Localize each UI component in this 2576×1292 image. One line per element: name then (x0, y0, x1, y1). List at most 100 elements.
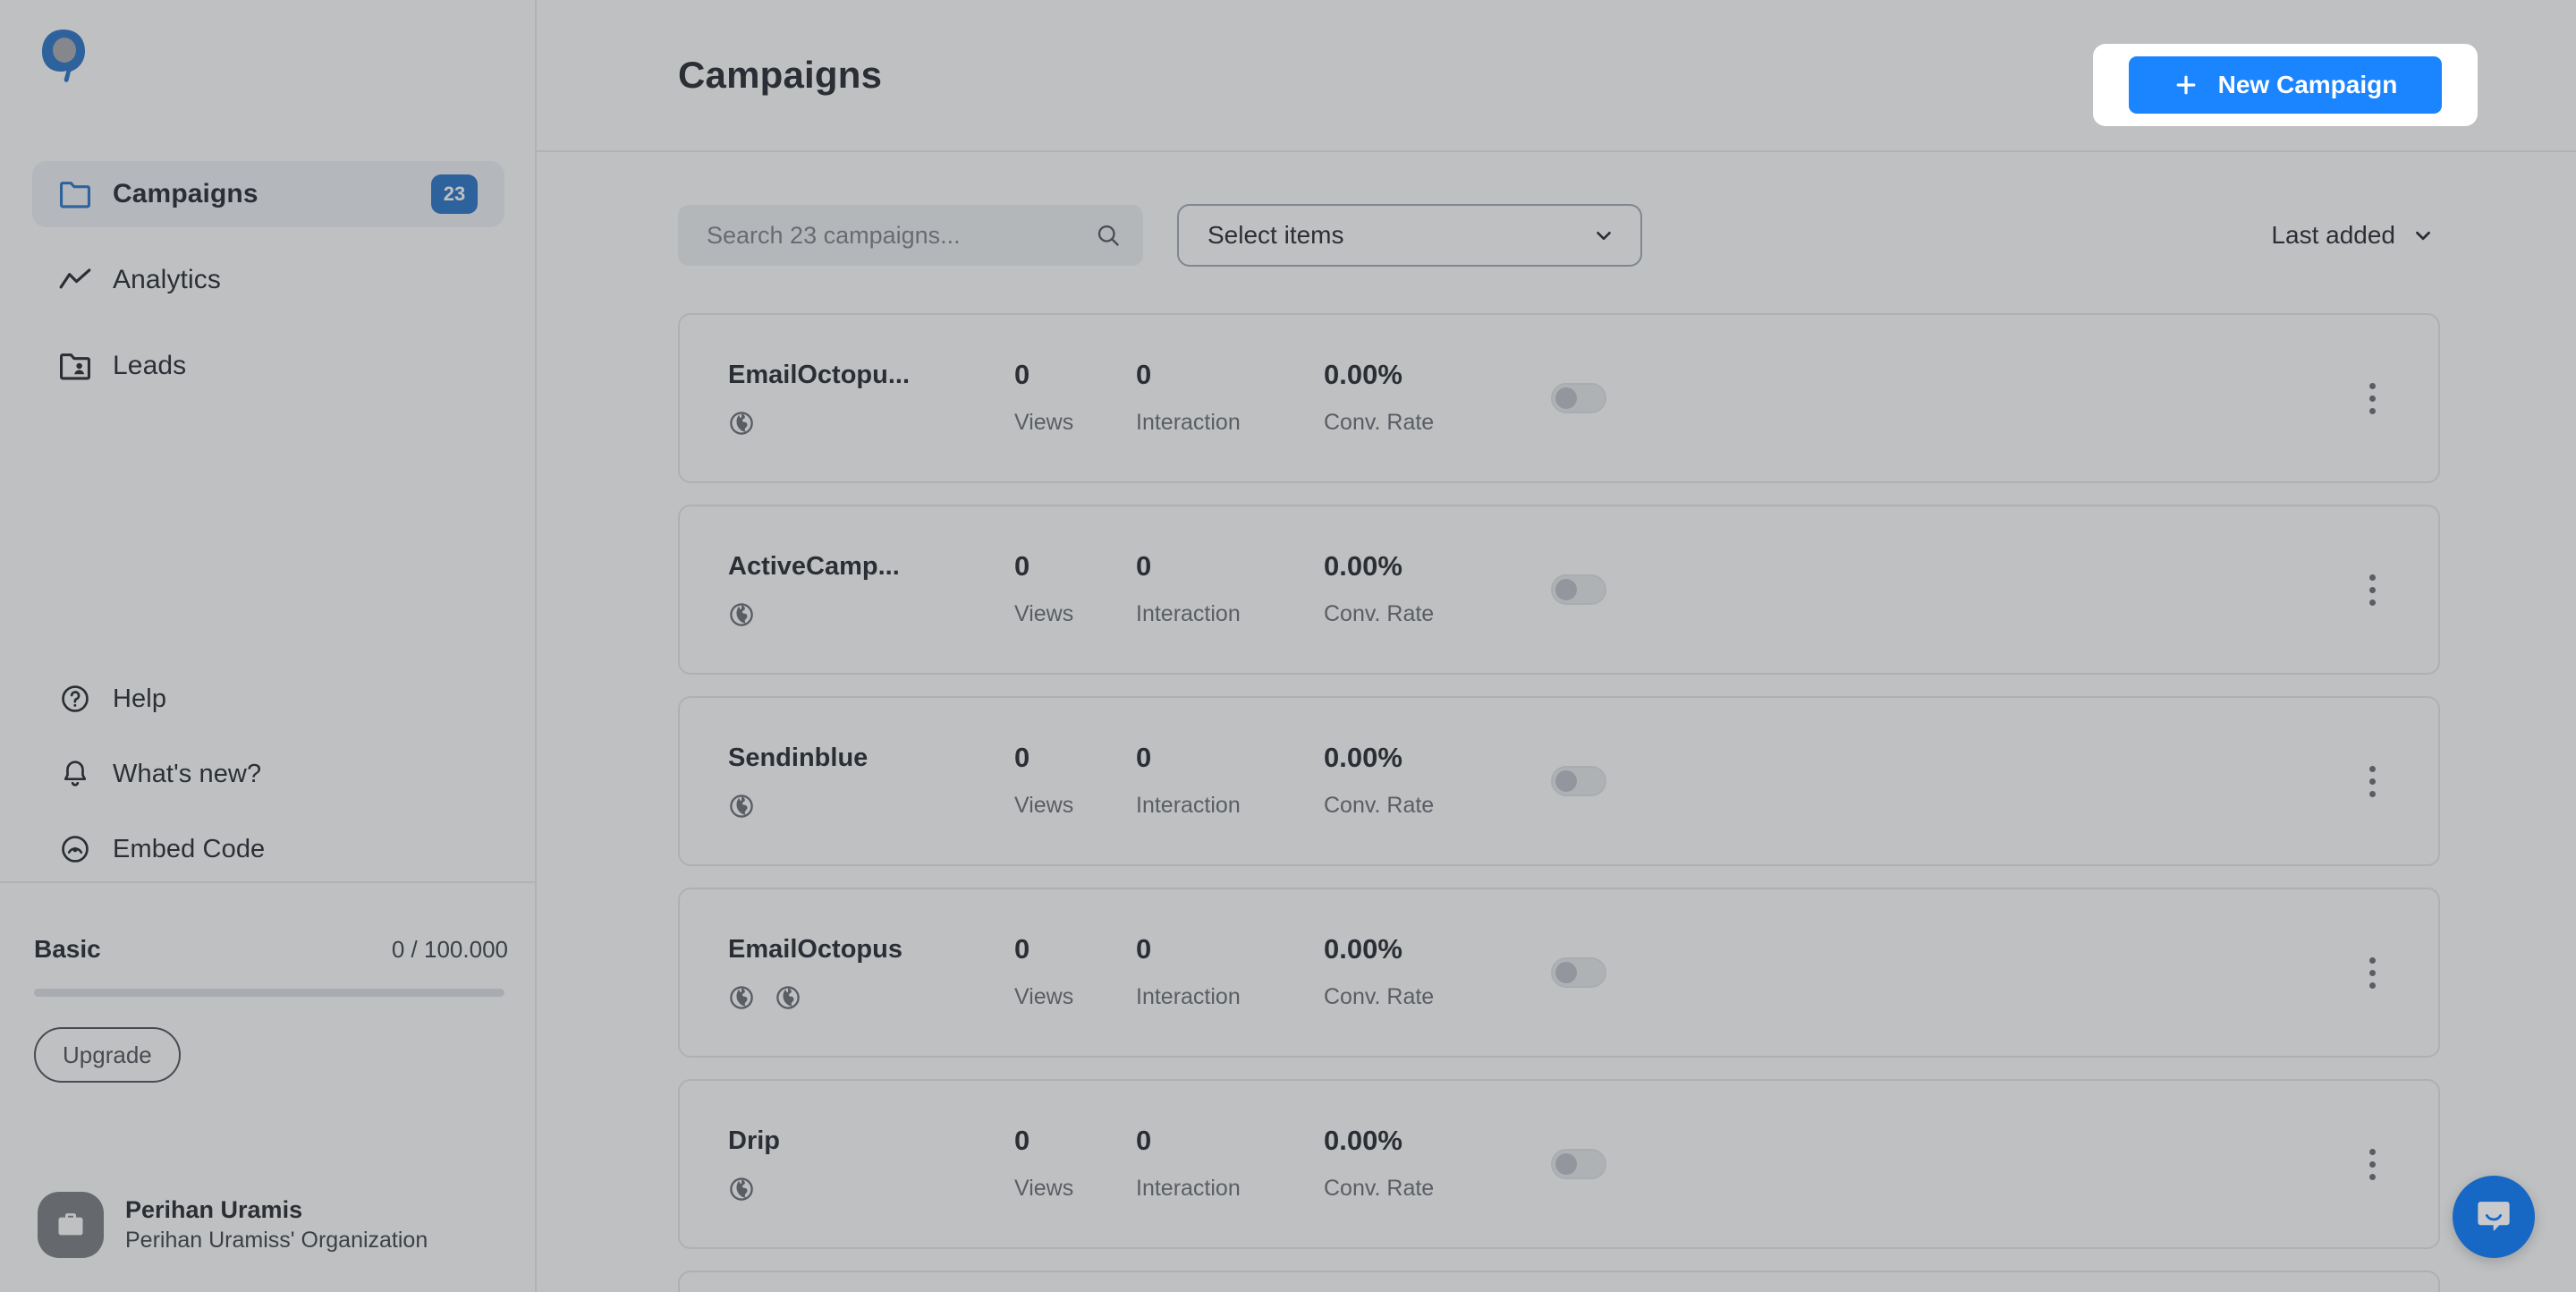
sidebar-secondary-nav: Help What's new? Embed Code (32, 667, 504, 892)
campaign-stat-value: 0 (1014, 359, 1030, 390)
app-logo-icon[interactable] (36, 27, 91, 82)
campaign-more-menu-icon[interactable] (2347, 1139, 2397, 1189)
sidebar-item-label: Embed Code (113, 834, 266, 863)
campaign-name: EmailOctopu... (728, 360, 911, 389)
sidebar-item-campaigns[interactable]: Campaigns 23 (32, 161, 504, 227)
select-items-label: Select items (1208, 221, 1344, 249)
campaign-stat-interaction: 0 Interaction (1136, 744, 1324, 819)
campaign-status-toggle[interactable] (1551, 1149, 1606, 1179)
campaign-stat-views: 0 Views (1014, 552, 1136, 627)
question-circle-icon (55, 679, 95, 718)
campaign-name-col: EmailOctopus (728, 935, 1014, 1011)
plan-progress-bar (34, 989, 504, 997)
header-divider (537, 150, 2576, 152)
campaign-stat-label: Conv. Rate (1324, 1176, 1435, 1201)
new-campaign-button[interactable]: New Campaign (2129, 56, 2442, 114)
campaign-stat-label: Views (1014, 984, 1074, 1009)
plan-quota: 0 / 100.000 (391, 936, 508, 963)
user-name: Perihan Uramis (125, 1195, 303, 1223)
select-items-dropdown[interactable]: Select items (1177, 204, 1642, 267)
campaigns-count-badge: 23 (431, 174, 478, 214)
user-account-block[interactable]: Perihan Uramis Perihan Uramiss' Organiza… (38, 1192, 512, 1258)
main-content: Campaigns Select items (537, 0, 2576, 1292)
campaign-card[interactable]: ActiveCamp... 0 Views 0 Interaction 0.00% Conv… (678, 505, 2440, 675)
folder-user-icon (55, 346, 95, 386)
broadcast-icon (55, 829, 95, 869)
campaign-toggle-col (1512, 574, 1780, 605)
sidebar-item-label: What's new? (113, 759, 262, 788)
campaign-name: EmailOctopus (728, 934, 902, 964)
sidebar-item-help[interactable]: Help (32, 667, 504, 731)
sidebar-divider (0, 881, 535, 883)
campaign-card[interactable]: Sendinblue 0 Views 0 Interaction 0.00% Conv. R… (678, 696, 2440, 866)
campaign-more-menu-icon[interactable] (2347, 373, 2397, 423)
sidebar-item-label: Analytics (113, 265, 221, 294)
campaign-name-col: Drip (728, 1126, 1014, 1203)
campaign-card[interactable]: EmailOctopus 0 Views 0 Interaction 0.00% Conv.… (678, 888, 2440, 1058)
campaign-domains (728, 601, 1014, 628)
search-input[interactable] (707, 221, 1095, 250)
campaign-toggle-col (1512, 957, 1780, 988)
intercom-launcher-button[interactable] (2453, 1176, 2535, 1258)
campaign-more-menu-icon[interactable] (2347, 565, 2397, 615)
campaign-domains (728, 793, 1014, 820)
campaign-status-toggle[interactable] (1551, 766, 1606, 796)
campaign-stat-value: 0 (1136, 742, 1152, 773)
campaign-stat-label: Interaction (1136, 793, 1241, 818)
campaign-stat-conv-rate: 0.00% Conv. Rate (1324, 744, 1512, 819)
sort-dropdown[interactable]: Last added (2271, 221, 2435, 250)
campaign-name: ActiveCamp... (728, 551, 900, 581)
campaign-stat-conv-rate: 0.00% Conv. Rate (1324, 935, 1512, 1010)
campaign-toggle-col (1512, 1149, 1780, 1179)
user-organization: Perihan Uramiss' Organization (125, 1227, 428, 1253)
campaign-status-toggle[interactable] (1551, 574, 1606, 605)
plan-section: Basic 0 / 100.000 Upgrade (34, 935, 508, 1083)
campaign-stat-value: 0 (1014, 550, 1030, 582)
tour-spotlight-new-campaign: New Campaign (2093, 44, 2478, 126)
campaign-stat-value: 0 (1014, 933, 1030, 965)
sidebar-item-whats-new[interactable]: What's new? (32, 742, 504, 806)
globe-icon (775, 984, 801, 1011)
campaign-toggle-col (1512, 383, 1780, 413)
upgrade-button[interactable]: Upgrade (34, 1027, 181, 1083)
campaign-card[interactable]: Drip 0 Views 0 Interaction 0.00% Conv. Rate (678, 1079, 2440, 1249)
campaign-status-toggle[interactable] (1551, 957, 1606, 988)
toggle-knob (1555, 962, 1577, 983)
campaign-card[interactable] (678, 1271, 2440, 1292)
new-campaign-label: New Campaign (2217, 71, 2398, 98)
campaign-stat-value: 0 (1136, 933, 1152, 965)
campaign-stat-value: 0 (1136, 1125, 1152, 1156)
campaign-stat-label: Conv. Rate (1324, 793, 1435, 818)
user-text-group: Perihan Uramis Perihan Uramiss' Organiza… (125, 1195, 428, 1254)
campaign-stat-value: 0.00% (1324, 359, 1402, 390)
page-title: Campaigns (678, 54, 883, 96)
search-box[interactable] (678, 205, 1143, 266)
campaign-toggle-col (1512, 766, 1780, 796)
campaign-card[interactable]: EmailOctopu... 0 Views 0 Interaction 0.00% Con… (678, 313, 2440, 483)
globe-icon (728, 793, 755, 820)
sidebar-item-leads[interactable]: Leads (32, 333, 504, 399)
toggle-knob (1555, 579, 1577, 600)
campaign-name: Drip (728, 1126, 780, 1155)
plan-name: Basic (34, 935, 101, 963)
sidebar-item-analytics[interactable]: Analytics (32, 247, 504, 313)
globe-icon (728, 410, 755, 437)
campaign-more-menu-icon[interactable] (2347, 756, 2397, 806)
toggle-knob (1555, 770, 1577, 792)
campaign-stat-views: 0 Views (1014, 744, 1136, 819)
campaign-stat-label: Interaction (1136, 410, 1241, 435)
campaign-more-menu-icon[interactable] (2347, 948, 2397, 998)
campaign-stat-label: Views (1014, 793, 1074, 818)
list-toolbar: Select items Last added (537, 204, 2576, 267)
sidebar-item-embed-code[interactable]: Embed Code (32, 817, 504, 881)
campaign-status-toggle[interactable] (1551, 383, 1606, 413)
sidebar-item-label: Leads (113, 351, 187, 380)
sidebar-item-label: Campaigns (113, 179, 258, 208)
sidebar: Campaigns 23 Analytics Leads Help What's… (0, 0, 537, 1292)
campaign-domains (728, 410, 1014, 437)
campaign-stat-views: 0 Views (1014, 361, 1136, 436)
campaign-stat-value: 0 (1136, 550, 1152, 582)
campaign-stat-label: Views (1014, 601, 1074, 626)
folder-icon (55, 174, 95, 214)
campaign-stat-conv-rate: 0.00% Conv. Rate (1324, 361, 1512, 436)
